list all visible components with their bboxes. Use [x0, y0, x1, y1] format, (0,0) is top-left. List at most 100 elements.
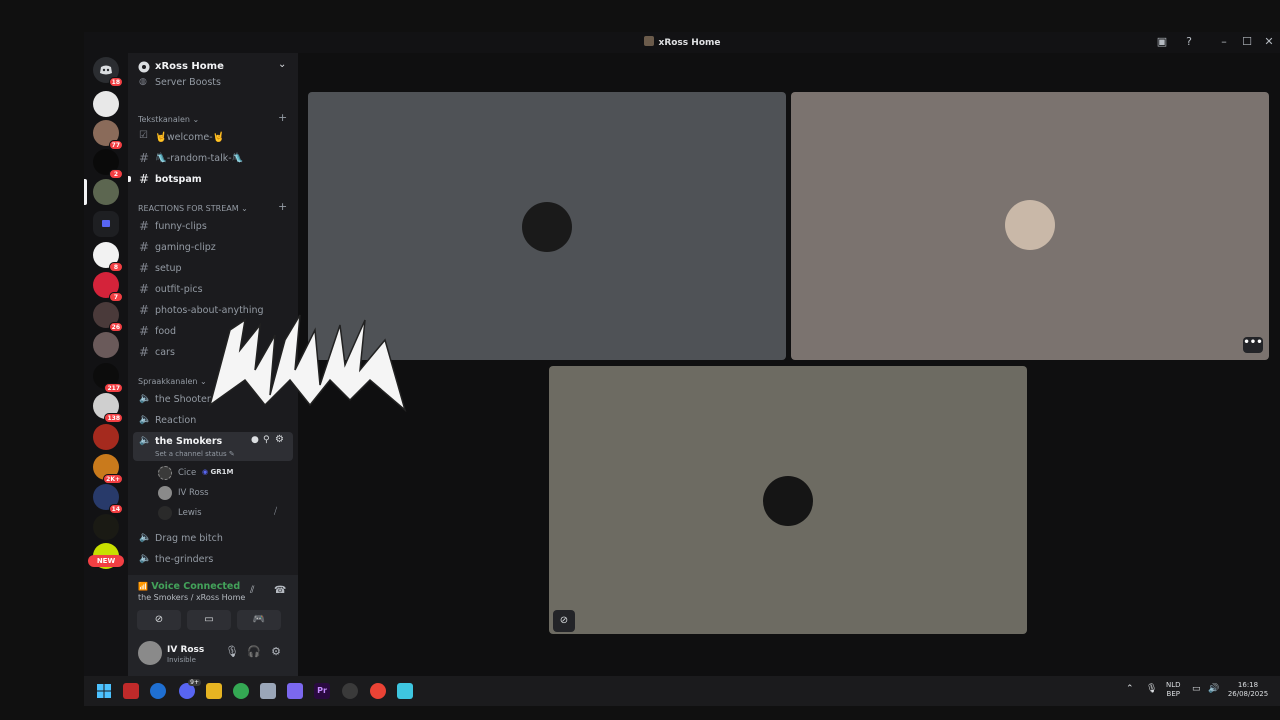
direct-messages-button[interactable]: 18 — [93, 57, 123, 87]
hash-icon: # — [139, 151, 150, 165]
tag-icon: ◉ — [202, 468, 209, 476]
add-channel-icon[interactable]: + — [278, 200, 287, 213]
voice-connected-status[interactable]: 📶 Voice Connected — [138, 581, 240, 592]
minimize-icon[interactable]: – — [1217, 35, 1231, 49]
gamepad-app-icon[interactable] — [287, 683, 303, 699]
server-boosts-item[interactable]: ◍ Server Boosts — [133, 76, 293, 90]
speaker-icon: 🔈 — [139, 532, 152, 543]
server-8[interactable]: 26 — [93, 302, 123, 332]
avatar — [158, 466, 172, 480]
settings-icon[interactable]: ⚙ — [268, 645, 284, 661]
unread-badge: 2 — [109, 169, 123, 179]
unread-badge: 7 — [109, 292, 123, 302]
volume-icon[interactable]: 🔊 — [1208, 685, 1219, 694]
channel-outfit-pics[interactable]: # outfit-pics — [133, 280, 293, 299]
voice-channel-drag[interactable]: 🔈 Drag me bitch — [133, 529, 293, 548]
hash-icon: # — [139, 261, 150, 275]
boost-icon: ◍ — [139, 77, 147, 87]
unread-badge: 8 — [109, 262, 123, 272]
category-text[interactable]: Tekstkanalen ⌄ — [138, 115, 199, 124]
category-stream[interactable]: REACTIONS FOR STREAM ⌄ — [138, 204, 248, 213]
chevron-down-icon: ⌄ — [278, 59, 287, 70]
folder-icon — [102, 220, 110, 227]
microphone-icon[interactable]: 🎙 — [224, 645, 240, 661]
server-15[interactable] — [93, 514, 119, 540]
server-11[interactable]: 138 — [93, 393, 123, 423]
server-icon — [643, 36, 654, 46]
user-avatar[interactable] — [138, 641, 162, 665]
voice-channel-smokers[interactable]: 🔈 the Smokers Set a channel status ✎ ● ⚲… — [133, 432, 293, 461]
desktop: xRoss Home ▣ ? – ☐ ✕ 18 77 2 8 7 26 217 … — [0, 0, 1280, 720]
server-list: 18 77 2 8 7 26 217 138 2K+ 14 NEW — [84, 53, 128, 676]
camera-off-button[interactable]: ⊘ — [137, 610, 181, 630]
disconnect-icon[interactable]: ☎ — [274, 585, 286, 596]
voice-channel-grinders[interactable]: 🔈 the-grinders — [133, 550, 293, 569]
chat-icon[interactable]: ● — [251, 435, 259, 445]
voice-member[interactable]: Cice ◉ GR1M — [158, 464, 288, 482]
participant-avatar — [522, 202, 572, 252]
clock[interactable]: 16:18 26/08/2025 — [1226, 681, 1270, 699]
channel-setup[interactable]: # setup — [133, 259, 293, 278]
server-13[interactable]: 2K+ — [93, 454, 123, 484]
copilot-icon[interactable] — [150, 683, 166, 699]
server-1[interactable] — [93, 91, 119, 117]
guild-name: xRoss Home — [155, 61, 224, 72]
voice-location[interactable]: the Smokers / xRoss Home — [138, 593, 245, 602]
channel-gaming-clipz[interactable]: # gaming-clipz — [133, 238, 293, 257]
help-icon[interactable]: ? — [1182, 35, 1196, 49]
noise-suppression-icon[interactable]: ⫽ — [250, 585, 254, 596]
invite-icon[interactable]: ⚲ — [263, 435, 270, 445]
tray-chevron-icon[interactable]: ⌃ — [1126, 685, 1134, 694]
inbox-icon[interactable]: ▣ — [1155, 35, 1169, 49]
close-icon[interactable]: ✕ — [1262, 35, 1276, 49]
maximize-icon[interactable]: ☐ — [1240, 35, 1254, 49]
premiere-pro-icon[interactable]: Pr — [314, 683, 330, 699]
channel-status-hint[interactable]: Set a channel status ✎ — [155, 450, 235, 458]
voice-stage: ••• ⊘ — [298, 53, 1280, 676]
server-7[interactable]: 7 — [93, 272, 123, 302]
server-12[interactable] — [93, 424, 119, 450]
rules-icon: ☑ — [139, 130, 148, 141]
server-2[interactable]: 77 — [93, 120, 123, 150]
language-indicator[interactable]: NLD BEP — [1166, 681, 1181, 699]
start-icon[interactable] — [96, 683, 112, 699]
muted-icon: ⊘ — [553, 610, 575, 632]
add-channel-icon[interactable]: + — [278, 111, 287, 124]
unread-badge: 14 — [108, 504, 123, 514]
hash-icon: # — [139, 219, 150, 233]
steam-icon[interactable] — [342, 683, 358, 699]
channel-random-talk[interactable]: # 🛝-random-talk-🛝 — [133, 149, 293, 168]
voice-member[interactable]: IV Ross — [158, 484, 288, 502]
server-3[interactable]: 2 — [93, 149, 123, 179]
title-bar: xRoss Home ▣ ? – ☐ ✕ — [84, 32, 1280, 53]
voice-member[interactable]: Lewis ⧸ — [158, 504, 288, 522]
activity-button[interactable]: 🎮 — [237, 610, 281, 630]
settings-icon[interactable]: ⚙ — [275, 434, 284, 445]
server-folder[interactable] — [93, 211, 119, 237]
chrome-profile-icon[interactable] — [370, 683, 386, 699]
network-icon[interactable]: ▭ — [1192, 685, 1201, 694]
microphone-tray-icon[interactable]: 🎙 — [1146, 685, 1157, 694]
channel-welcome[interactable]: ☑ 🤘welcome-🤘 — [133, 128, 293, 147]
channel-funny-clips[interactable]: # funny-clips — [133, 217, 293, 236]
chrome-icon[interactable] — [233, 683, 249, 699]
window-title: xRoss Home — [84, 36, 1280, 48]
channel-botspam[interactable]: # botspam — [133, 170, 293, 189]
discord-taskbar-icon[interactable]: 9+ — [179, 679, 201, 699]
server-6[interactable]: 8 — [93, 242, 123, 272]
news-app-icon[interactable] — [123, 683, 139, 699]
category-voice[interactable]: Spraakkanalen ⌄ — [138, 377, 207, 386]
video-tile[interactable]: ⊘ — [549, 366, 1027, 634]
headphones-icon[interactable]: 🎧 — [246, 645, 262, 661]
server-14[interactable]: 14 — [93, 484, 123, 514]
server-9[interactable] — [93, 332, 119, 358]
app-icon[interactable] — [260, 683, 276, 699]
screen-share-button[interactable]: ▭ — [187, 610, 231, 630]
file-explorer-icon[interactable] — [206, 683, 222, 699]
more-options-button[interactable]: ••• — [1243, 337, 1263, 353]
notepad-icon[interactable] — [397, 683, 413, 699]
server-10[interactable]: 217 — [93, 363, 123, 393]
user-name[interactable]: IV Ross — [167, 645, 204, 655]
server-xross-home[interactable] — [93, 179, 119, 205]
video-tile[interactable]: ••• — [791, 92, 1269, 360]
